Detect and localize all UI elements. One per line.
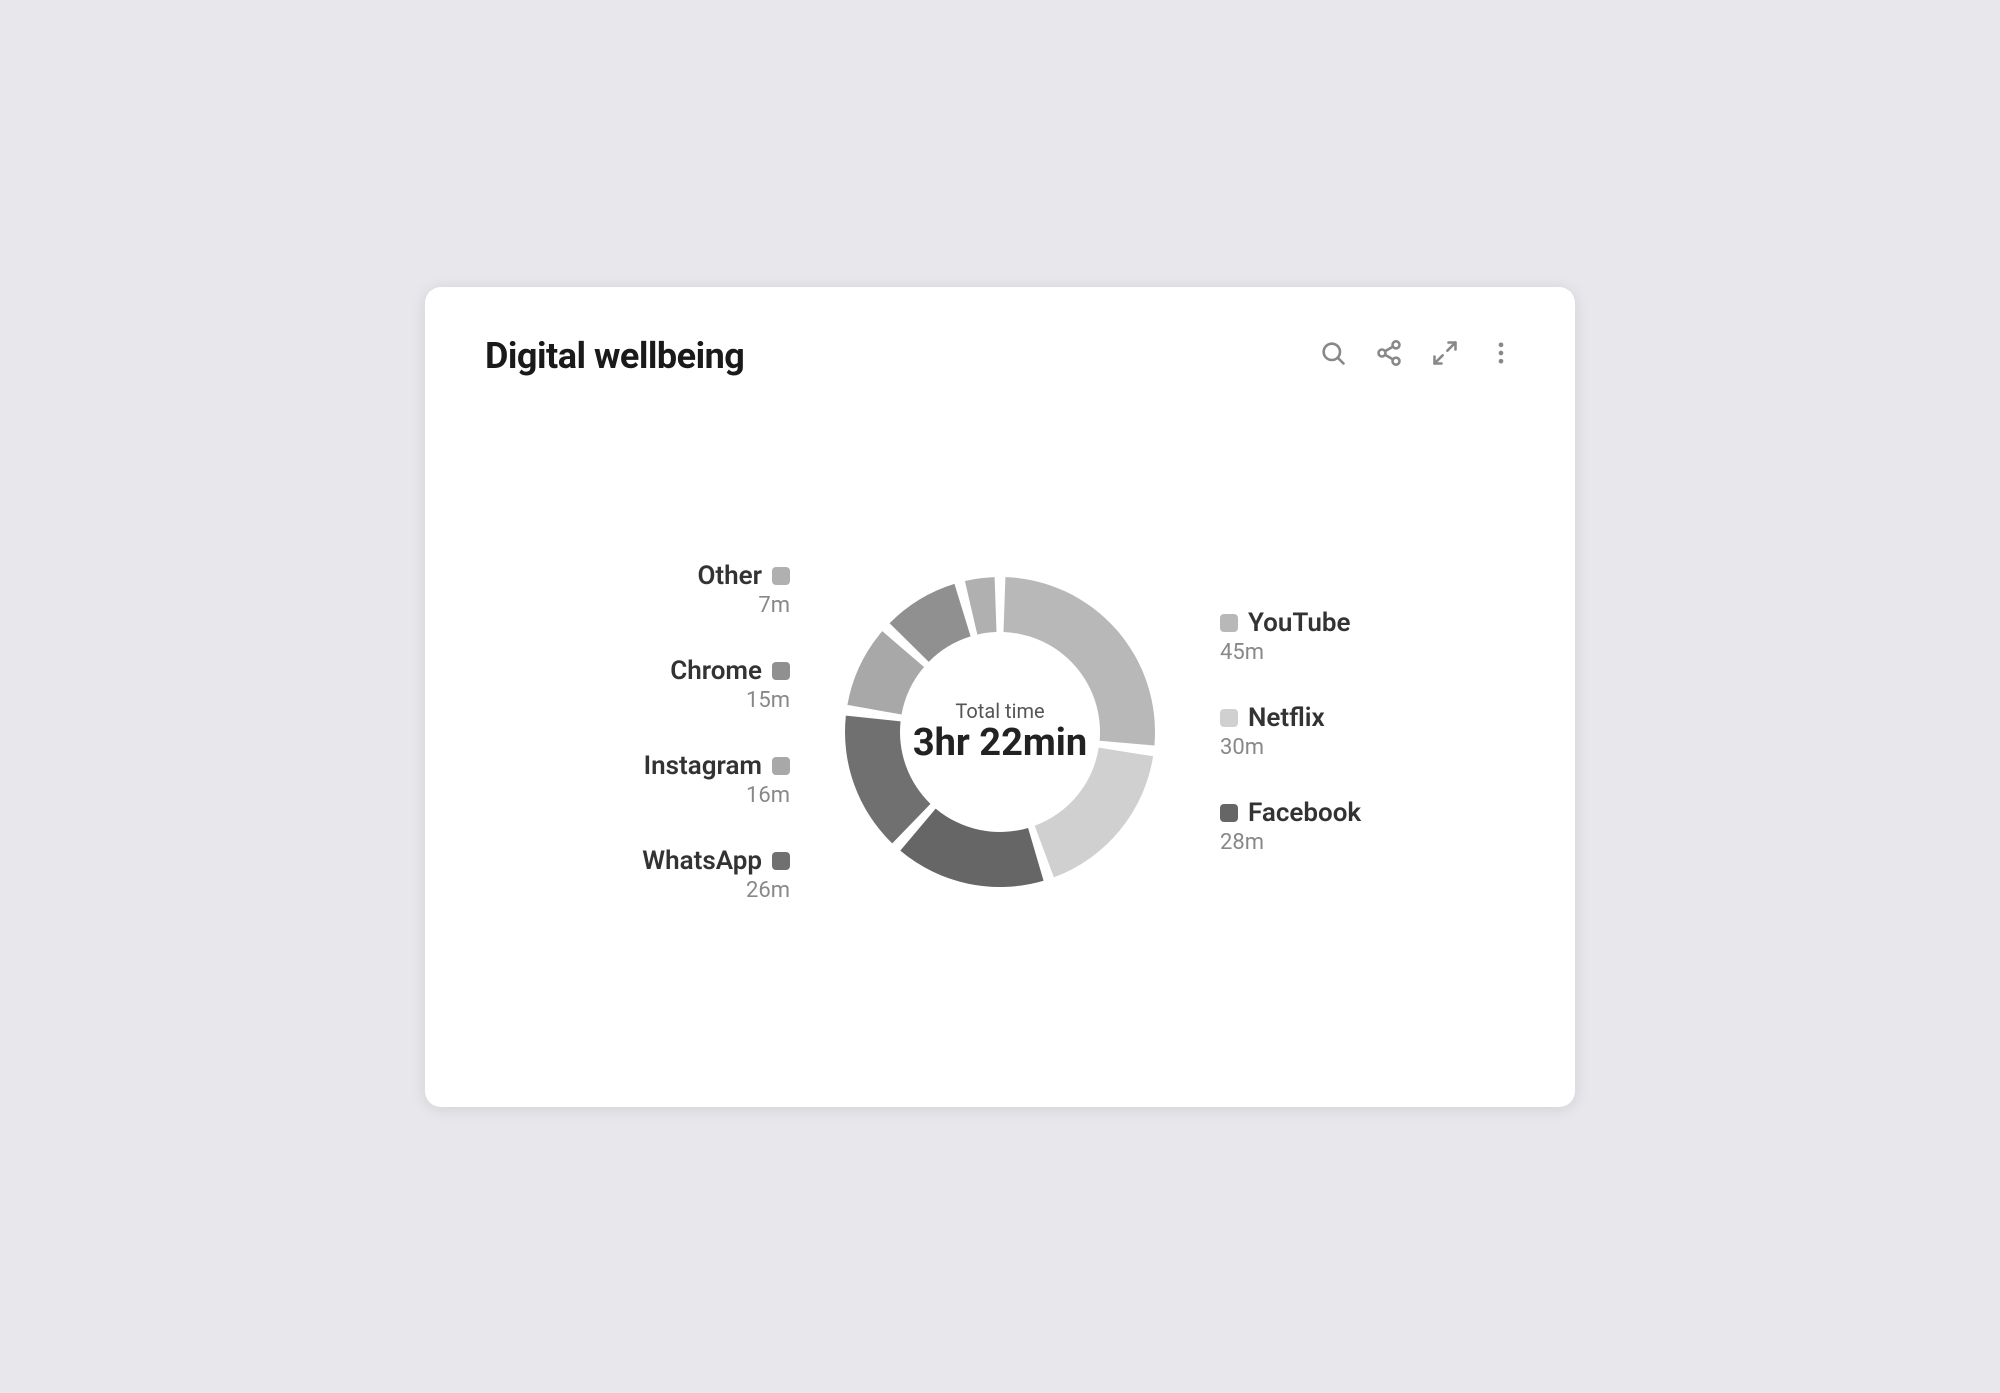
legend-name: WhatsApp: [642, 846, 762, 876]
legend-time: 45m: [1220, 640, 1264, 665]
header-actions: [1319, 339, 1515, 372]
legend-time: 16m: [746, 783, 790, 808]
legend-dot: [1220, 804, 1238, 822]
legend-name: Facebook: [1248, 798, 1361, 828]
legend-dot: [772, 567, 790, 585]
header: Digital wellbeing: [485, 335, 1515, 377]
legend-item: Facebook 28m: [1220, 798, 1361, 855]
legend-item: WhatsApp 26m: [642, 846, 790, 903]
donut-segment[interactable]: [1035, 747, 1153, 877]
legend-dot: [772, 662, 790, 680]
legend-item: Instagram 16m: [644, 751, 790, 808]
legend-time: 7m: [758, 593, 790, 618]
donut-segment[interactable]: [965, 577, 997, 635]
legend-item: Netflix 30m: [1220, 703, 1325, 760]
donut-segment[interactable]: [1003, 577, 1155, 745]
main-content: Other 7m Chrome 15m Instagram 16m WhatsA…: [485, 417, 1515, 1047]
donut-segment[interactable]: [845, 715, 930, 843]
legend-time: 30m: [1220, 735, 1264, 760]
legend-dot: [1220, 709, 1238, 727]
donut-segment[interactable]: [900, 808, 1043, 886]
page-title: Digital wellbeing: [485, 335, 744, 377]
legend-name: Other: [697, 561, 762, 591]
legend-time: 15m: [746, 688, 790, 713]
more-vert-icon[interactable]: [1487, 339, 1515, 372]
legend-name: Chrome: [670, 656, 762, 686]
right-legend: YouTube 45m Netflix 30m Facebook 28m: [1180, 608, 1380, 855]
legend-item: Chrome 15m: [670, 656, 790, 713]
donut-chart: Total time 3hr 22min: [820, 552, 1180, 912]
legend-item: Other 7m: [697, 561, 790, 618]
legend-dot: [772, 757, 790, 775]
legend-name: Netflix: [1248, 703, 1325, 733]
legend-time: 26m: [746, 878, 790, 903]
share-icon[interactable]: [1375, 339, 1403, 372]
legend-time: 28m: [1220, 830, 1264, 855]
fullscreen-icon[interactable]: [1431, 339, 1459, 372]
legend-dot: [772, 852, 790, 870]
legend-item: YouTube 45m: [1220, 608, 1351, 665]
legend-dot: [1220, 614, 1238, 632]
legend-name: Instagram: [644, 751, 762, 781]
legend-name: YouTube: [1248, 608, 1351, 638]
search-icon[interactable]: [1319, 339, 1347, 372]
left-legend: Other 7m Chrome 15m Instagram 16m WhatsA…: [620, 561, 820, 903]
digital-wellbeing-card: Digital wellbeing: [425, 287, 1575, 1107]
